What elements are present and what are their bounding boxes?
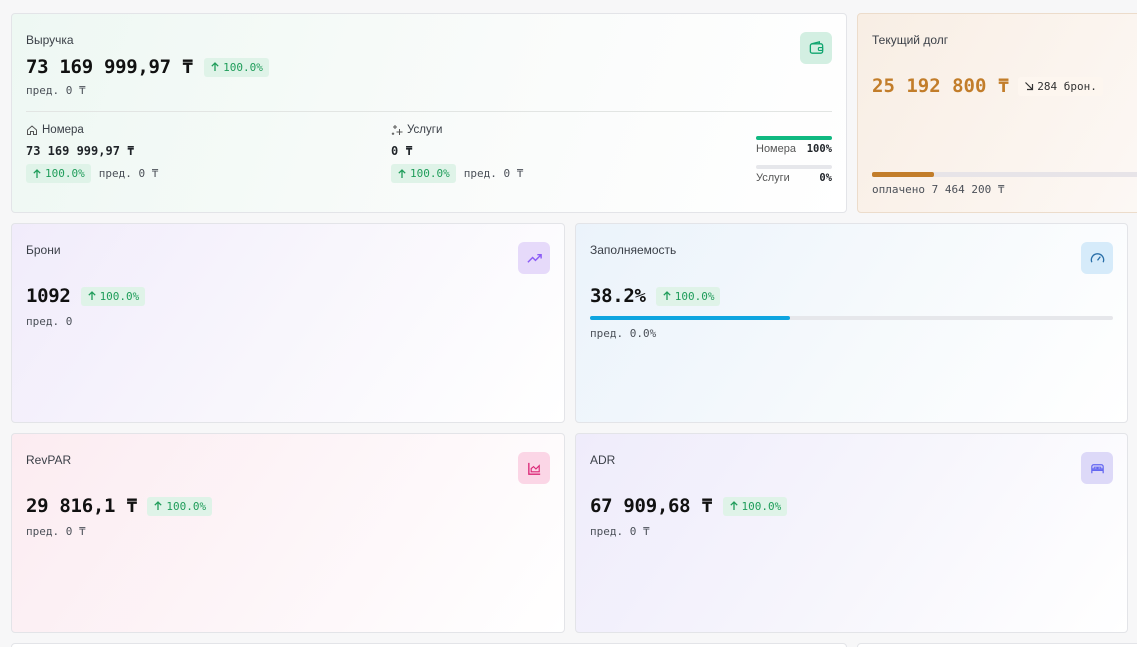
trending-up-icon-box xyxy=(518,242,550,274)
services-label-row: Услуги xyxy=(391,124,442,136)
revpar-prev: пред. 0 ₸ xyxy=(26,525,86,538)
rooms-label: Номера xyxy=(42,124,84,136)
bookings-card: Брони 1092 100.0% пред. 0 xyxy=(11,223,565,423)
debt-paid-fill xyxy=(872,172,935,177)
debt-paid-text: оплачено 7 464 200 ₸ xyxy=(872,183,1005,196)
debt-bookings-badge: 284 брон. xyxy=(1018,76,1103,96)
revpar-title: RevPAR xyxy=(26,453,72,467)
occupancy-value: 38.2% xyxy=(590,285,646,307)
debt-bookings-text: 284 брон. xyxy=(1037,79,1097,93)
occupancy-fill xyxy=(590,316,790,320)
occupancy-card: Заполняемость 38.2% 100.0% пред. 0.0% xyxy=(575,223,1128,423)
wallet-icon xyxy=(809,40,823,54)
adr-card: ADR 67 909,68 ₸ 100.0% пред. 0 ₸ xyxy=(575,433,1128,633)
area-chart-icon xyxy=(527,462,540,475)
rooms-share-row: Номера 100% xyxy=(756,143,832,155)
adr-change-badge: 100.0% xyxy=(722,496,788,516)
sparkles-icon xyxy=(391,125,403,135)
rooms-label-row: Номера xyxy=(26,124,84,136)
rooms-share-fill xyxy=(756,136,832,140)
arrow-down-right-icon xyxy=(1025,82,1034,91)
revenue-title: Выручка xyxy=(26,33,74,47)
services-share-percent: 0% xyxy=(819,172,832,184)
occupancy-change-badge: 100.0% xyxy=(655,286,721,306)
gauge-icon xyxy=(1090,252,1104,263)
trending-up-icon xyxy=(526,253,542,263)
bookings-prev: пред. 0 xyxy=(26,315,73,328)
occupancy-change-text: 100.0% xyxy=(674,289,715,303)
revpar-change-badge: 100.0% xyxy=(147,496,213,516)
adr-value: 67 909,68 ₸ xyxy=(590,495,713,517)
bookings-title: Брони xyxy=(26,243,61,257)
occupancy-prev: пред. 0.0% xyxy=(590,327,657,340)
partial-card-right xyxy=(857,643,1137,647)
revenue-card: Выручка 73 169 999,97 ₸ 100.0% пред. 0 ₸… xyxy=(11,13,847,213)
services-prev: пред. 0 ₸ xyxy=(463,167,524,180)
revenue-change-text: 100.0% xyxy=(223,60,263,74)
debt-paid-bar xyxy=(872,172,1137,177)
bookings-change-text: 100.0% xyxy=(99,289,140,303)
bookings-value: 1092 xyxy=(26,285,71,307)
debt-card: Текущий долг 25 192 800 ₸ 284 брон. опла… xyxy=(857,13,1137,213)
rooms-prev: пред. 0 ₸ xyxy=(98,167,159,180)
bed-icon-box xyxy=(1081,452,1113,484)
wallet-icon-box xyxy=(800,32,832,64)
occupancy-bar xyxy=(590,316,1113,320)
adr-prev: пред. 0 ₸ xyxy=(590,525,650,538)
services-share-bar xyxy=(756,165,832,169)
partial-card-left xyxy=(11,643,847,647)
arrow-up-icon xyxy=(87,291,96,300)
arrow-up-icon xyxy=(33,168,41,178)
rooms-change-badge: 100.0% xyxy=(26,164,91,183)
occupancy-title: Заполняемость xyxy=(590,243,677,257)
revpar-card: RevPAR 29 816,1 ₸ 100.0% пред. 0 ₸ xyxy=(11,433,565,633)
services-label: Услуги xyxy=(407,124,443,136)
services-change-text: 100.0% xyxy=(410,167,450,180)
home-icon xyxy=(27,125,37,135)
arrow-up-icon xyxy=(729,501,738,510)
rooms-share-bar xyxy=(756,136,832,140)
divider xyxy=(26,111,832,112)
revpar-value: 29 816,1 ₸ xyxy=(26,495,138,517)
gauge-icon-box xyxy=(1081,242,1113,274)
rooms-change-text: 100.0% xyxy=(45,167,85,180)
debt-title: Текущий долг xyxy=(872,33,949,47)
adr-change-text: 100.0% xyxy=(741,499,782,513)
revpar-change-text: 100.0% xyxy=(166,499,207,513)
bookings-change-badge: 100.0% xyxy=(80,286,146,306)
services-change-badge: 100.0% xyxy=(391,164,456,183)
services-share-label: Услуги xyxy=(756,172,790,184)
services-value: 0 ₸ xyxy=(391,144,413,158)
arrow-up-icon xyxy=(154,501,163,510)
area-chart-icon-box xyxy=(518,452,550,484)
adr-title: ADR xyxy=(590,453,616,467)
services-share-row: Услуги 0% xyxy=(756,172,832,184)
rooms-share-percent: 100% xyxy=(806,143,832,155)
debt-value: 25 192 800 ₸ xyxy=(872,75,1010,97)
revenue-value: 73 169 999,97 ₸ xyxy=(26,56,194,78)
arrow-up-icon xyxy=(211,62,219,71)
bed-icon xyxy=(1090,463,1104,473)
arrow-up-icon xyxy=(663,291,671,300)
rooms-value: 73 169 999,97 ₸ xyxy=(26,144,135,158)
revenue-prev: пред. 0 ₸ xyxy=(26,84,86,97)
revenue-change-badge: 100.0% xyxy=(204,57,269,77)
rooms-share-label: Номера xyxy=(756,143,796,155)
arrow-up-icon xyxy=(398,168,406,178)
